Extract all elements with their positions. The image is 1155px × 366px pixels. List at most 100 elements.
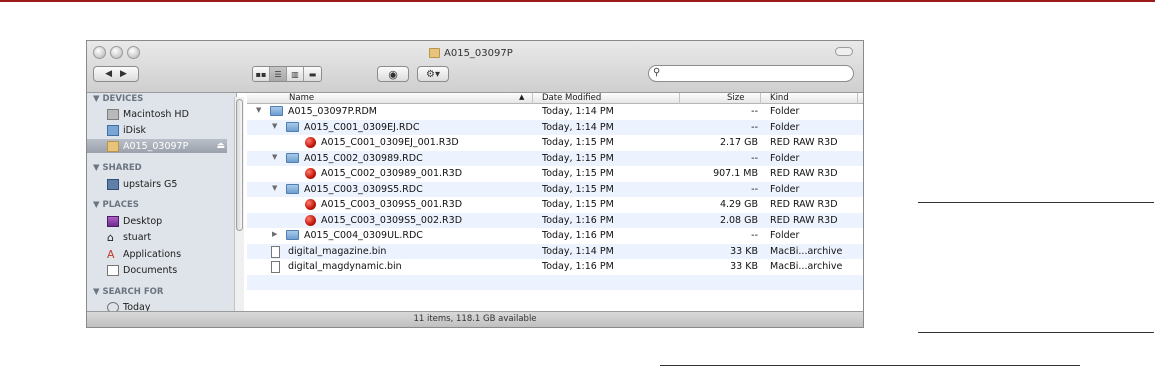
search-icon: ⚲ <box>653 67 661 78</box>
action-menu-button[interactable]: ⚙▾ <box>417 66 449 82</box>
home-icon: ⌂ <box>107 230 114 244</box>
list-row[interactable]: ▼ A015_C002_030989.RDC Today, 1:15 PM --… <box>247 150 863 166</box>
folder-icon <box>286 152 299 163</box>
row-kind: RED RAW R3D <box>770 137 838 148</box>
list-row[interactable]: A015_C001_0309EJ_001.R3D Today, 1:15 PM … <box>247 135 863 151</box>
list-row[interactable]: ▼ A015_C001_0309EJ.RDC Today, 1:14 PM --… <box>247 119 863 135</box>
sidebar-scrollbar[interactable] <box>234 97 244 319</box>
close-window-button[interactable] <box>93 46 106 59</box>
r3d-file-icon <box>305 168 316 179</box>
sidebar-item-label: iDisk <box>123 124 147 136</box>
idisk-icon <box>107 124 119 136</box>
column-view-icon[interactable]: ▥ <box>287 67 304 81</box>
file-list: Name ▲ Date Modified Size Kind ▼ A015_03… <box>247 93 863 313</box>
folder-icon <box>270 106 283 116</box>
disclosure-open-icon[interactable]: ▼ <box>272 184 277 192</box>
document-icon <box>271 261 280 273</box>
sort-ascending-icon: ▲ <box>519 93 525 101</box>
list-view-icon[interactable]: ☰ <box>270 67 287 81</box>
row-name: A015_C003_0309S5_002.R3D <box>321 214 463 226</box>
document-icon <box>271 245 280 258</box>
sidebar-item-documents[interactable]: Documents <box>87 263 227 277</box>
disclosure-open-icon[interactable]: ▼ <box>272 153 277 161</box>
search-input[interactable]: ⚲ <box>648 65 854 82</box>
hard-drive-icon <box>107 108 119 120</box>
row-date: Today, 1:15 PM <box>542 168 614 179</box>
cover-flow-icon[interactable]: ▬ <box>304 67 321 81</box>
column-divider[interactable] <box>760 93 761 104</box>
row-kind: RED RAW R3D <box>770 168 838 179</box>
sidebar-item-label: stuart <box>123 231 152 243</box>
list-row[interactable]: digital_magazine.bin Today, 1:14 PM 33 K… <box>247 243 863 259</box>
zoom-window-button[interactable] <box>127 46 140 59</box>
row-name: A015_C001_0309EJ.RDC <box>304 121 420 133</box>
icon-view-icon[interactable]: ▪▪ <box>253 67 270 81</box>
row-name: A015_03097P.RDM <box>288 106 377 117</box>
sidebar-scroll-thumb[interactable] <box>236 99 243 231</box>
row-size: 4.29 GB <box>719 199 758 210</box>
sidebar-header-places-label: PLACES <box>102 200 139 210</box>
row-size: -- <box>751 121 758 133</box>
column-header-date[interactable]: Date Modified <box>542 93 601 103</box>
empty-row <box>247 274 863 290</box>
back-arrow-icon[interactable]: ◀ <box>105 69 112 79</box>
sidebar-item-label: Documents <box>123 264 178 276</box>
row-date: Today, 1:15 PM <box>542 152 614 164</box>
row-name: A015_C003_0309S5_001.R3D <box>321 199 463 210</box>
gear-icon: ⚙▾ <box>426 68 440 80</box>
sidebar-item-idisk[interactable]: iDisk <box>87 123 227 137</box>
row-date: Today, 1:14 PM <box>542 121 614 133</box>
list-row[interactable]: ▼ A015_03097P.RDM Today, 1:14 PM -- Fold… <box>247 104 863 120</box>
row-size: 33 KB <box>730 245 758 257</box>
toolbar-toggle-button[interactable] <box>835 47 853 56</box>
sidebar-item-label: Applications <box>123 248 182 260</box>
row-name: A015_C004_0309UL.RDC <box>304 230 423 241</box>
list-row[interactable]: ▼ A015_C003_0309S5.RDC Today, 1:15 PM --… <box>247 181 863 197</box>
row-name: digital_magdynamic.bin <box>288 261 402 272</box>
sidebar-item-desktop[interactable]: Desktop <box>87 214 227 228</box>
disclosure-closed-icon[interactable]: ▶ <box>272 230 277 238</box>
row-date: Today, 1:16 PM <box>542 230 614 241</box>
disclosure-open-icon[interactable]: ▼ <box>256 106 261 114</box>
folder-icon <box>286 183 299 194</box>
column-divider[interactable] <box>679 93 680 104</box>
row-date: Today, 1:15 PM <box>542 183 614 195</box>
row-size: 33 KB <box>730 261 758 272</box>
column-header-size[interactable]: Size <box>727 93 744 103</box>
column-header-kind[interactable]: Kind <box>770 93 789 103</box>
row-size: 2.17 GB <box>719 137 758 148</box>
row-size: 907.1 MB <box>713 168 758 179</box>
minimize-window-button[interactable] <box>110 46 123 59</box>
quick-look-button[interactable]: ◉ <box>377 66 409 82</box>
column-divider[interactable] <box>857 93 858 104</box>
eye-icon: ◉ <box>388 67 398 81</box>
column-header-name[interactable]: Name <box>289 93 314 103</box>
sidebar-item-upstairs-g5[interactable]: upstairs G5 <box>87 177 227 191</box>
back-forward-buttons[interactable]: ◀ ▶ <box>93 66 139 82</box>
list-row[interactable]: digital_magdynamic.bin Today, 1:16 PM 33… <box>247 259 863 275</box>
row-size: -- <box>751 106 758 117</box>
list-row[interactable]: A015_C002_030989_001.R3D Today, 1:15 PM … <box>247 166 863 182</box>
r3d-file-icon <box>305 199 316 210</box>
sidebar-item-macintosh-hd[interactable]: Macintosh HD <box>87 107 227 121</box>
row-size: -- <box>751 152 758 164</box>
column-divider[interactable] <box>532 93 533 104</box>
status-text: 11 items, 118.1 GB available <box>413 314 537 324</box>
list-row[interactable]: ▶ A015_C004_0309UL.RDC Today, 1:16 PM --… <box>247 228 863 244</box>
sidebar-header-devices-label: DEVICES <box>102 94 144 104</box>
page-top-rule <box>0 0 1155 2</box>
window-title-text: A015_03097P <box>444 47 513 59</box>
list-row[interactable]: A015_C003_0309S5_001.R3D Today, 1:15 PM … <box>247 197 863 213</box>
row-date: Today, 1:15 PM <box>542 137 614 148</box>
eject-icon[interactable]: ⏏ <box>216 141 225 151</box>
drive-icon <box>107 140 119 152</box>
sidebar-header-places: ▼ PLACES <box>93 200 139 210</box>
sidebar-item-label: Macintosh HD <box>123 108 189 120</box>
sidebar-item-stuart[interactable]: ⌂ stuart <box>87 230 227 244</box>
list-row[interactable]: A015_C003_0309S5_002.R3D Today, 1:16 PM … <box>247 212 863 228</box>
sidebar-header-shared: ▼ SHARED <box>93 163 142 173</box>
forward-arrow-icon[interactable]: ▶ <box>120 69 127 79</box>
sidebar-item-a015-03097p[interactable]: A015_03097P ⏏ <box>87 139 227 153</box>
sidebar-item-applications[interactable]: A Applications <box>87 247 227 261</box>
disclosure-open-icon[interactable]: ▼ <box>272 122 277 130</box>
